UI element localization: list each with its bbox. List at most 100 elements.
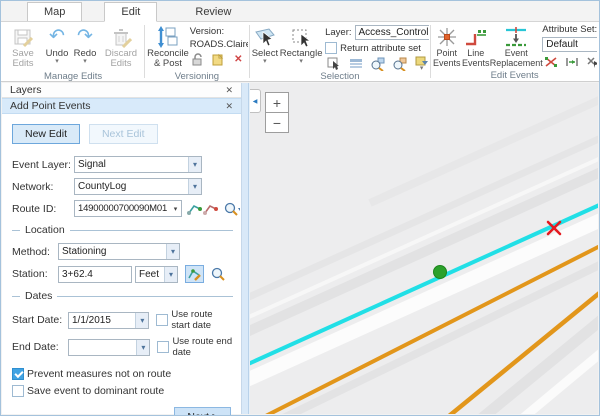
use-route-end-date-checkbox[interactable]: Use route end date (157, 336, 233, 358)
left-panel: Layers ✕ Add Point Events ✕ New Edit Nex… (2, 83, 242, 414)
ribbon-divider (249, 25, 250, 78)
end-date-combo[interactable]: ▾ (68, 339, 150, 356)
station-input[interactable] (58, 266, 132, 283)
redo-caret-icon[interactable]: ▾ (83, 59, 87, 64)
next-edit-button[interactable]: Next Edit (89, 124, 158, 144)
map-zoom-control: + − (265, 92, 289, 133)
rectangle-button[interactable]: Rectangle ▾ (279, 24, 323, 65)
reconcile-post-icon (156, 25, 180, 49)
point-events-button[interactable]: Point Events (432, 24, 461, 70)
group-manage-edits: Save Edits ↶ Undo ▾ ↷ Redo ▾ Discard Edi… (3, 22, 143, 81)
zoom-in-button[interactable]: + (265, 92, 289, 113)
use-route-start-date-checkbox[interactable]: Use route start date (156, 309, 233, 331)
network-combo-arrow-icon[interactable]: ▾ (188, 179, 201, 194)
zoom-to-selection-icon[interactable] (369, 56, 386, 71)
version-value: ROADS.Claire_Reg (190, 39, 248, 50)
split-event-icon[interactable] (542, 54, 559, 69)
location-section-separator: Location (12, 224, 233, 236)
route-id-combo[interactable]: 14900000700090M01 ▾ (74, 200, 182, 217)
add-point-events-close-icon[interactable]: ✕ (225, 101, 233, 112)
group-label-selection: Selection (251, 71, 430, 81)
undo-caret-icon[interactable]: ▾ (55, 59, 59, 64)
undo-button[interactable]: ↶ Undo ▾ (43, 24, 71, 65)
return-attribute-set-box[interactable] (325, 42, 337, 54)
undo-icon: ↶ (49, 25, 65, 49)
layers-pane-title: Layers (10, 84, 42, 96)
attribute-set-combo[interactable]: Default ▾ (542, 37, 597, 52)
discard-edits-icon (110, 25, 132, 49)
discard-edits-button[interactable]: Discard Edits (99, 24, 143, 71)
version-label: Version: (190, 26, 248, 37)
collapse-panel-button[interactable]: ◀ (250, 89, 261, 113)
pick-location-on-map-button[interactable] (185, 265, 204, 283)
start-date-arrow-icon[interactable]: ▾ (135, 313, 148, 328)
start-date-combo[interactable]: 1/1/2015 ▾ (68, 312, 149, 329)
dates-section-label: Dates (25, 290, 52, 302)
next-button[interactable]: Next > (174, 407, 231, 416)
method-combo-arrow-icon[interactable]: ▾ (166, 244, 179, 259)
end-date-arrow-icon[interactable]: ▾ (136, 340, 149, 355)
dates-section-separator: Dates (12, 290, 233, 302)
route-id-label: Route ID: (12, 203, 74, 215)
attributes-list-icon[interactable] (347, 56, 364, 71)
group-label-versioning: Versioning (146, 71, 248, 81)
ribbon-tabbar: Map Edit Review (1, 1, 599, 22)
app-window: Map Edit Review Save Edits ↶ Undo ▾ (0, 0, 600, 416)
redo-button[interactable]: ↷ Redo ▾ (71, 24, 99, 65)
measure-range-icon[interactable] (563, 54, 580, 69)
select-caret-icon[interactable]: ▾ (263, 59, 267, 64)
clear-selection-icon[interactable]: ▾ (413, 56, 429, 71)
network-label: Network: (12, 181, 74, 193)
delete-version-icon[interactable]: ✕ (230, 52, 247, 67)
snap-event-icon[interactable] (584, 54, 597, 69)
select-tool-icon[interactable] (325, 56, 342, 71)
select-button[interactable]: Select ▾ (251, 24, 279, 65)
pan-to-selection-icon[interactable] (391, 56, 408, 71)
collapse-arrow-icon: ◀ (253, 98, 258, 105)
group-versioning: Reconcile & Post Version: ROADS.Claire_R… (146, 22, 248, 81)
layers-close-icon[interactable]: ✕ (225, 85, 233, 96)
map-scene (250, 83, 598, 414)
tab-map[interactable]: Map (27, 2, 82, 21)
ribbon: Save Edits ↶ Undo ▾ ↷ Redo ▾ Discard Edi… (1, 22, 599, 82)
route-id-combo-arrow-icon[interactable]: ▾ (170, 205, 181, 213)
end-date-label: End Date: (12, 341, 68, 353)
save-edits-icon (12, 25, 34, 49)
station-units-combo[interactable]: Feet ▾ (135, 266, 178, 283)
map-view[interactable]: ◀ + − (249, 83, 598, 414)
changes-icon[interactable] (210, 52, 227, 67)
layer-label: Layer: (325, 27, 351, 38)
reconcile-post-button[interactable]: Reconcile & Post (146, 24, 190, 71)
new-edit-button[interactable]: New Edit (12, 124, 80, 144)
save-edits-button[interactable]: Save Edits (3, 24, 43, 71)
zoom-location-icon[interactable] (209, 267, 226, 282)
redo-icon: ↷ (77, 25, 93, 49)
add-point-events-header: Add Point Events ✕ (2, 98, 241, 114)
group-edit-events: Point Events Line Events Event Replaceme… (432, 22, 597, 81)
event-layer-combo[interactable]: Signal ▾ (74, 156, 202, 173)
prevent-measures-checkbox[interactable]: Prevent measures not on route (12, 368, 233, 380)
tab-review[interactable]: Review (179, 3, 247, 21)
tab-edit[interactable]: Edit (104, 2, 157, 22)
select-route-icon[interactable] (187, 201, 203, 216)
zoom-route-icon[interactable] (223, 201, 240, 216)
method-combo[interactable]: Stationing ▾ (58, 243, 180, 260)
layers-pane-header: Layers ✕ (2, 83, 241, 98)
station-units-arrow-icon[interactable]: ▾ (164, 267, 177, 282)
event-replacement-icon (503, 25, 529, 49)
event-replacement-button[interactable]: Event Replacement (490, 24, 542, 70)
point-event-marker (434, 266, 447, 279)
network-combo[interactable]: CountyLog ▾ (74, 178, 202, 195)
unlock-icon[interactable] (190, 52, 207, 67)
zoom-out-button[interactable]: − (265, 112, 289, 133)
save-dominant-route-checkbox[interactable]: Save event to dominant route (12, 385, 233, 397)
line-events-button[interactable]: Line Events (461, 24, 490, 70)
station-label: Station: (12, 268, 58, 280)
attribute-set-label: Attribute Set: (542, 24, 597, 35)
rectangle-caret-icon[interactable]: ▾ (299, 59, 303, 64)
event-layer-combo-arrow-icon[interactable]: ▾ (188, 157, 201, 172)
layer-combo[interactable]: Access_Control ▾ (355, 25, 430, 40)
remove-route-icon[interactable] (203, 201, 219, 216)
panel-splitter[interactable] (242, 83, 249, 414)
return-attribute-set-checkbox[interactable]: Return attribute set (325, 42, 429, 54)
